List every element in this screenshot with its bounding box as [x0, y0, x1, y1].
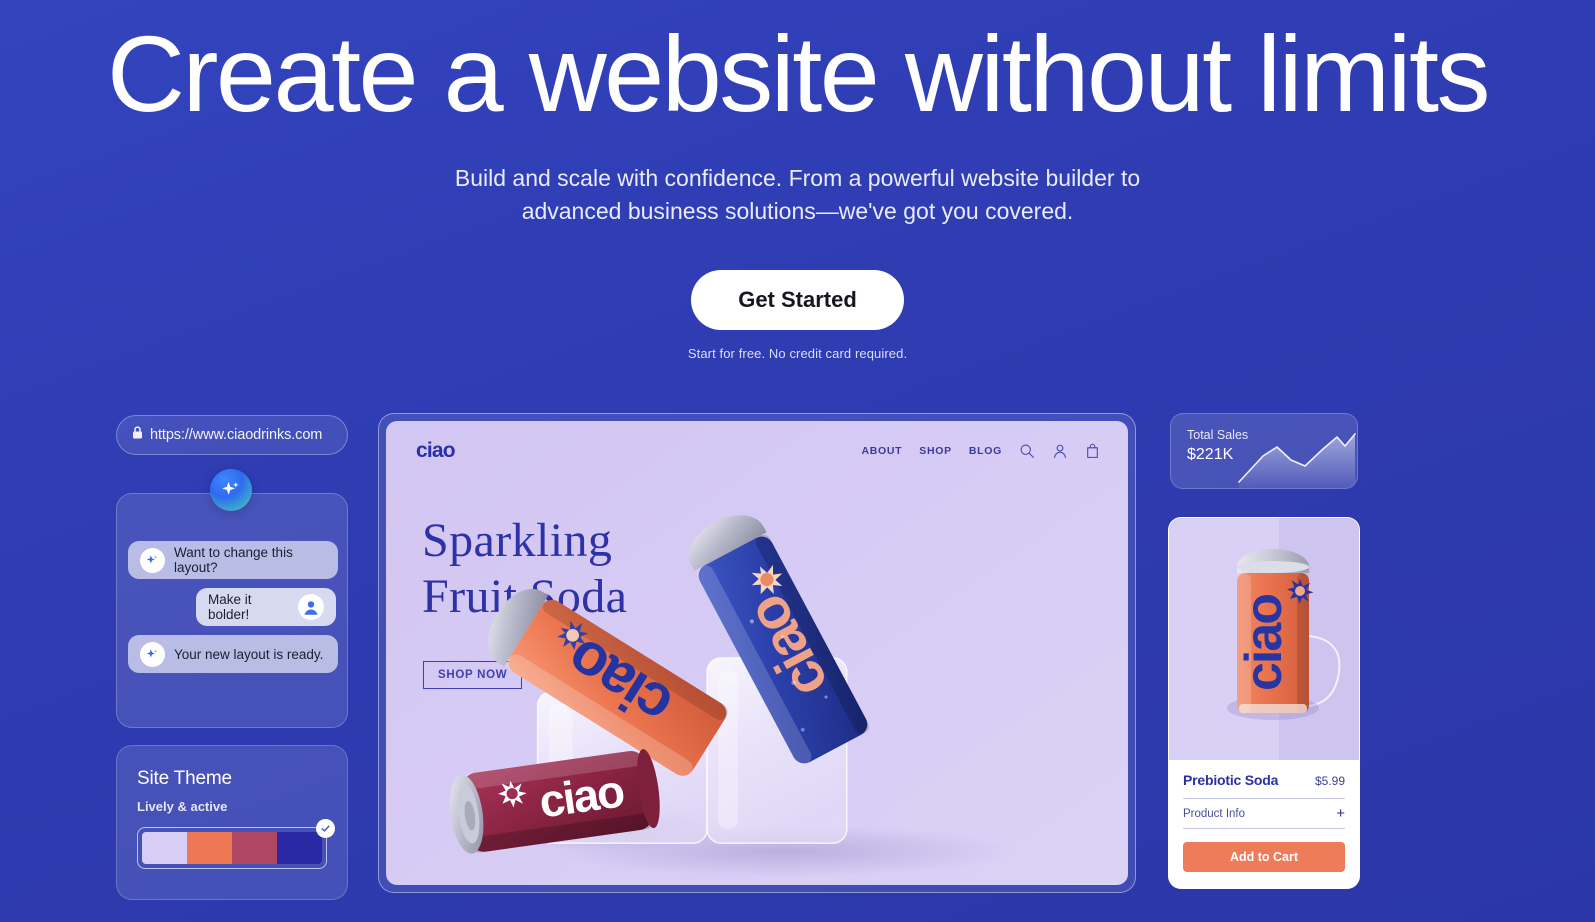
product-title-row: Prebiotic Soda $5.99 [1183, 772, 1345, 788]
chat-message-text: Make it bolder! [208, 592, 252, 622]
plus-icon: + [1336, 805, 1345, 822]
preview-product-artwork: ciao ciao ciao [449, 515, 1015, 878]
theme-swatch-4[interactable] [277, 832, 322, 864]
product-details: Prebiotic Soda $5.99 Product Info + Add … [1169, 760, 1359, 872]
product-showcase-stage: https://www.ciaodrinks.com Want to chang… [0, 405, 1595, 922]
product-image: ciao [1169, 518, 1359, 760]
website-preview: ciao ABOUT SHOP BLOG Sparkling Fruit Sod… [386, 421, 1128, 885]
sparkle-icon [140, 641, 165, 667]
check-icon [316, 819, 335, 838]
page-title: Create a website without limits [106, 13, 1491, 134]
chat-message-assistant-1: Want to change this layout? [128, 541, 338, 579]
get-started-button[interactable]: Get Started [691, 270, 904, 331]
sparkline-chart [1238, 433, 1356, 488]
orange-can-illustration: ciao [1169, 518, 1359, 760]
svg-text:ciao: ciao [1235, 595, 1293, 691]
total-sales-card: Total Sales $221K [1170, 413, 1358, 489]
hero-section: Create a website without limits Build an… [0, 0, 1595, 361]
cta-wrapper: Get Started Start for free. No credit ca… [0, 270, 1595, 361]
add-to-cart-button[interactable]: Add to Cart [1183, 842, 1345, 872]
ai-assistant-orb[interactable] [210, 469, 252, 511]
hero-subtitle-line-1: Build and scale with confidence. From a … [454, 164, 1141, 191]
user-avatar-icon [298, 594, 324, 620]
site-theme-subtitle: Lively & active [137, 799, 228, 814]
chat-message-text: Your new layout is ready. [174, 646, 324, 662]
browser-url-pill[interactable]: https://www.ciaodrinks.com [116, 415, 348, 455]
chat-message-assistant-2: Your new layout is ready. [128, 635, 338, 673]
ai-chat-panel: Want to change this layout? Make it bold… [116, 469, 348, 728]
site-theme-card: Site Theme Lively & active [116, 745, 348, 900]
chat-message-text: Want to change this layout? [174, 545, 293, 575]
theme-swatch-1[interactable] [142, 832, 187, 864]
product-info-label: Product Info [1183, 807, 1246, 820]
hero-subtitle: Build and scale with confidence. From a … [0, 162, 1595, 229]
cta-note: Start for free. No credit card required. [687, 346, 908, 362]
product-price: $5.99 [1314, 774, 1345, 788]
total-sales-value: $221K [1187, 446, 1234, 463]
chat-message-user-1: Make it bolder! [196, 588, 336, 626]
theme-swatch-3[interactable] [232, 832, 277, 864]
product-info-accordion[interactable]: Product Info + [1183, 798, 1345, 829]
website-preview-frame[interactable]: ciao ABOUT SHOP BLOG Sparkling Fruit Sod… [378, 413, 1136, 893]
sparkle-icon [140, 547, 165, 573]
sparkle-icon [222, 481, 239, 495]
lock-icon [132, 426, 143, 444]
product-name: Prebiotic Soda [1183, 772, 1279, 788]
site-theme-title: Site Theme [137, 768, 232, 789]
url-text: https://www.ciaodrinks.com [150, 427, 323, 443]
theme-palette-swatches [142, 832, 322, 864]
theme-swatch-2[interactable] [187, 832, 232, 864]
landing-page: Create a website without limits Build an… [0, 0, 1595, 922]
theme-palette-selected[interactable] [137, 819, 335, 869]
hero-subtitle-line-2: advanced business solutions—we've got yo… [521, 198, 1074, 225]
product-card: ciao Prebiotic Soda $5.99 Product Info + [1168, 517, 1360, 889]
